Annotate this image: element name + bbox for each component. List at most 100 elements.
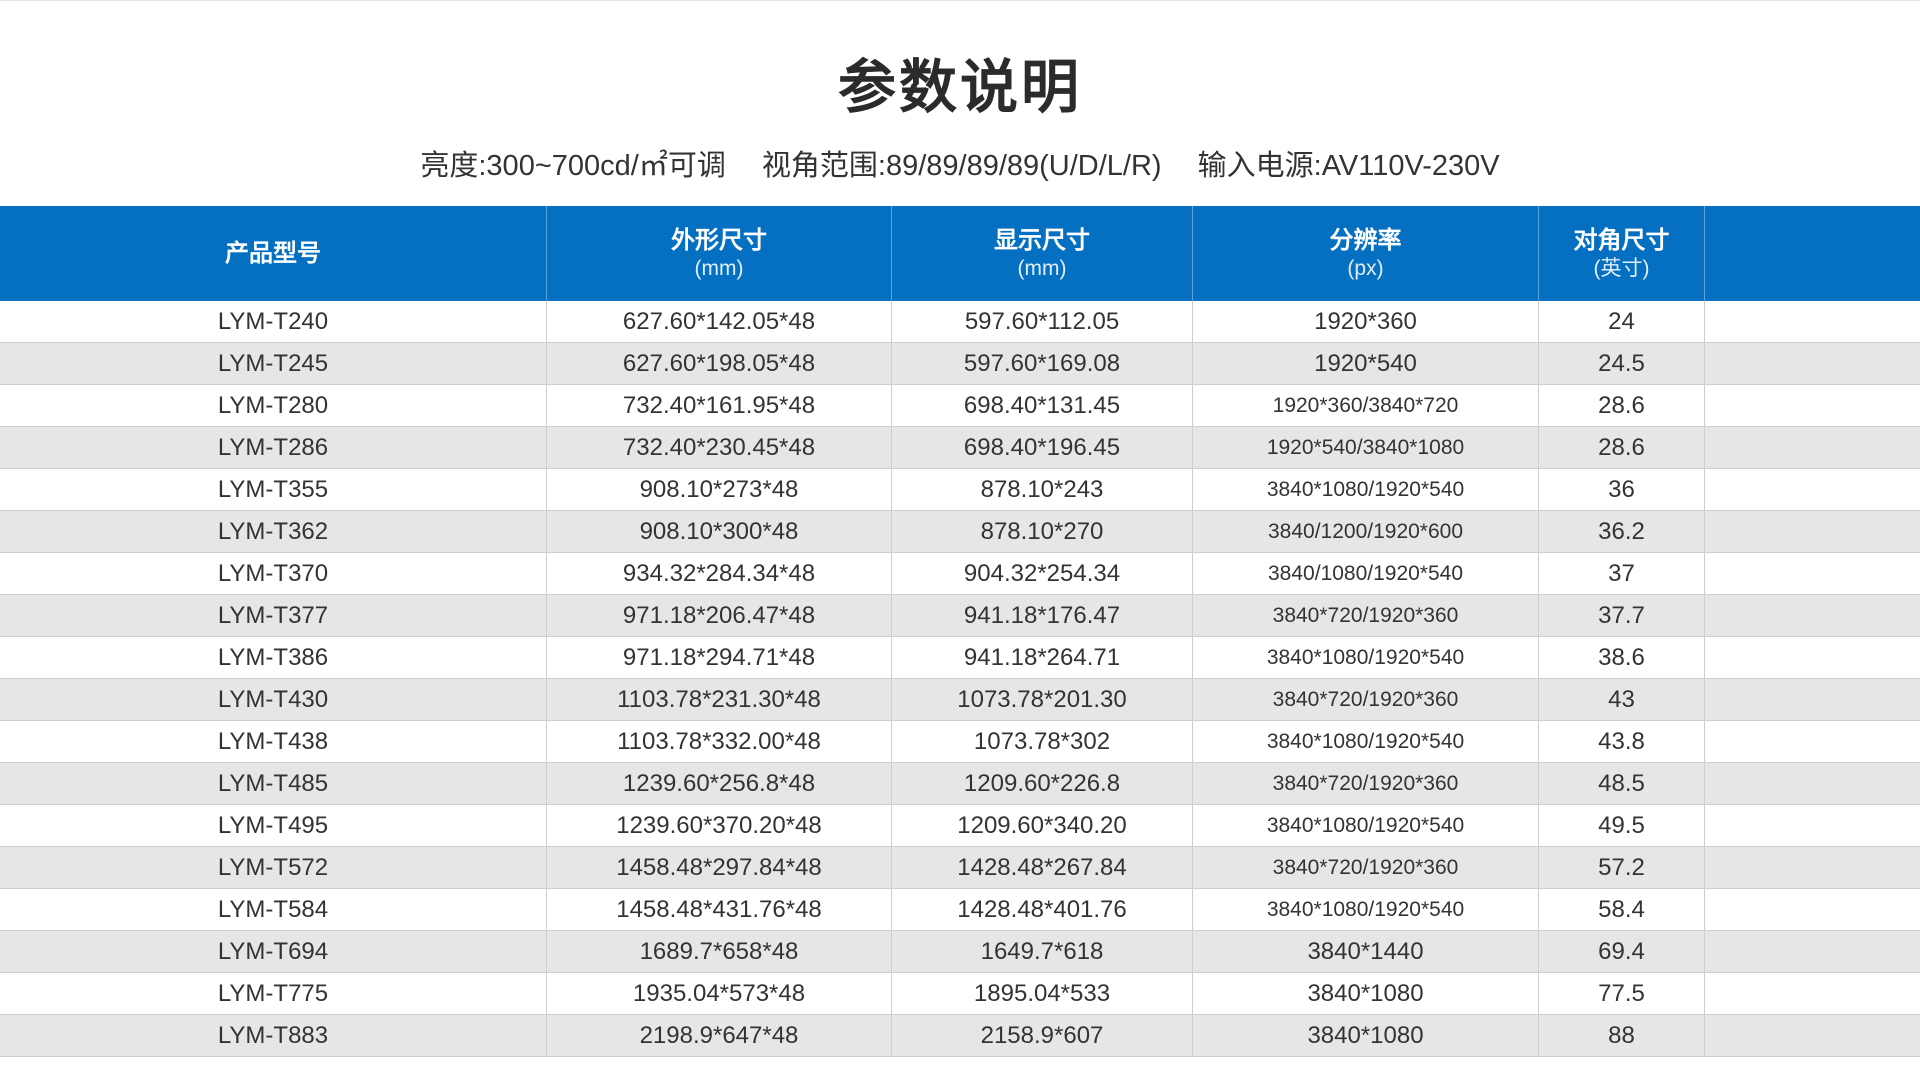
cell-display-size: 1895.04*533: [892, 973, 1193, 1014]
cell-outer-size: 971.18*294.71*48: [547, 637, 892, 678]
cell-empty: [1705, 847, 1920, 888]
cell-display-size: 904.32*254.34: [892, 553, 1193, 594]
header-model-label: 产品型号: [225, 239, 321, 267]
table-row: LYM-T240 627.60*142.05*48 597.60*112.05 192…: [0, 301, 1920, 343]
cell-model: LYM-T584: [0, 889, 547, 930]
cell-empty: [1705, 721, 1920, 762]
cell-model: LYM-T286: [0, 427, 547, 468]
table-row: LYM-T775 1935.04*573*48 1895.04*533 3840*10…: [0, 973, 1920, 1015]
table-row: LYM-T430 1103.78*231.30*48 1073.78*201.30 3…: [0, 679, 1920, 721]
cell-display-size: 2158.9*607: [892, 1015, 1193, 1056]
cell-empty: [1705, 595, 1920, 636]
cell-outer-size: 627.60*198.05*48: [547, 343, 892, 384]
cell-model: LYM-T883: [0, 1015, 547, 1056]
cell-model: LYM-T240: [0, 301, 547, 342]
cell-model: LYM-T355: [0, 469, 547, 510]
header-diagonal: 对角尺寸 (英寸): [1539, 206, 1705, 301]
cell-model: LYM-T485: [0, 763, 547, 804]
cell-outer-size: 1935.04*573*48: [547, 973, 892, 1014]
cell-model: LYM-T377: [0, 595, 547, 636]
cell-resolution: 3840/1200/1920*600: [1193, 511, 1539, 552]
cell-empty: [1705, 469, 1920, 510]
cell-outer-size: 1103.78*332.00*48: [547, 721, 892, 762]
header-empty: [1705, 206, 1920, 301]
cell-model: LYM-T694: [0, 931, 547, 972]
cell-diagonal: 49.5: [1539, 805, 1705, 846]
cell-resolution: 3840*1080: [1193, 1015, 1539, 1056]
cell-diagonal: 77.5: [1539, 973, 1705, 1014]
cell-empty: [1705, 1015, 1920, 1056]
cell-diagonal: 24: [1539, 301, 1705, 342]
cell-model: LYM-T775: [0, 973, 547, 1014]
cell-diagonal: 36.2: [1539, 511, 1705, 552]
cell-resolution: 3840*1440: [1193, 931, 1539, 972]
cell-outer-size: 934.32*284.34*48: [547, 553, 892, 594]
cell-outer-size: 1458.48*431.76*48: [547, 889, 892, 930]
table-row: LYM-T286 732.40*230.45*48 698.40*196.45 192…: [0, 427, 1920, 469]
cell-model: LYM-T430: [0, 679, 547, 720]
cell-diagonal: 69.4: [1539, 931, 1705, 972]
cell-outer-size: 1239.60*256.8*48: [547, 763, 892, 804]
header-outer-size: 外形尺寸 (mm): [547, 206, 892, 301]
cell-resolution: 3840*720/1920*360: [1193, 847, 1539, 888]
spec-power-input: 输入电源:AV110V-230V: [1197, 150, 1500, 182]
cell-resolution: 3840*720/1920*360: [1193, 763, 1539, 804]
header-display-size-unit: (mm): [1017, 256, 1067, 280]
cell-resolution: 1920*360: [1193, 301, 1539, 342]
cell-resolution: 3840*1080/1920*540: [1193, 637, 1539, 678]
cell-outer-size: 2198.9*647*48: [547, 1015, 892, 1056]
table-header: 产品型号 外形尺寸 (mm) 显示尺寸 (mm) 分辨率 (px) 对角尺寸 (…: [0, 206, 1920, 301]
header-display-size-label: 显示尺寸: [994, 226, 1090, 254]
header-outer-size-unit: (mm): [694, 256, 744, 280]
cell-diagonal: 38.6: [1539, 637, 1705, 678]
cell-model: LYM-T386: [0, 637, 547, 678]
spec-viewing-angle: 视角范围:89/89/89/89(U/D/L/R): [761, 150, 1162, 182]
cell-model: LYM-T245: [0, 343, 547, 384]
cell-resolution: 1920*540/3840*1080: [1193, 427, 1539, 468]
cell-diagonal: 36: [1539, 469, 1705, 510]
cell-diagonal: 88: [1539, 1015, 1705, 1056]
cell-outer-size: 908.10*300*48: [547, 511, 892, 552]
cell-display-size: 597.60*169.08: [892, 343, 1193, 384]
cell-model: LYM-T572: [0, 847, 547, 888]
table-body: LYM-T240 627.60*142.05*48 597.60*112.05 192…: [0, 301, 1920, 1057]
cell-display-size: 1073.78*201.30: [892, 679, 1193, 720]
cell-empty: [1705, 343, 1920, 384]
cell-empty: [1705, 973, 1920, 1014]
table-row: LYM-T694 1689.7*658*48 1649.7*618 3840*1440…: [0, 931, 1920, 973]
table-row: LYM-T362 908.10*300*48 878.10*270 3840/1200…: [0, 511, 1920, 553]
cell-empty: [1705, 511, 1920, 552]
cell-outer-size: 627.60*142.05*48: [547, 301, 892, 342]
top-divider: [0, 0, 1920, 1]
cell-display-size: 1209.60*340.20: [892, 805, 1193, 846]
header-resolution: 分辨率 (px): [1193, 206, 1539, 301]
cell-resolution: 3840*1080/1920*540: [1193, 805, 1539, 846]
cell-resolution: 3840*720/1920*360: [1193, 595, 1539, 636]
cell-diagonal: 28.6: [1539, 385, 1705, 426]
cell-display-size: 698.40*196.45: [892, 427, 1193, 468]
cell-empty: [1705, 301, 1920, 342]
cell-model: LYM-T370: [0, 553, 547, 594]
cell-display-size: 878.10*243: [892, 469, 1193, 510]
table-row: LYM-T438 1103.78*332.00*48 1073.78*302 3840…: [0, 721, 1920, 763]
table-row: LYM-T280 732.40*161.95*48 698.40*131.45 192…: [0, 385, 1920, 427]
table-row: LYM-T572 1458.48*297.84*48 1428.48*267.84 3…: [0, 847, 1920, 889]
table-row: LYM-T355 908.10*273*48 878.10*243 3840*1080…: [0, 469, 1920, 511]
cell-empty: [1705, 805, 1920, 846]
cell-diagonal: 48.5: [1539, 763, 1705, 804]
cell-model: LYM-T438: [0, 721, 547, 762]
cell-resolution: 3840/1080/1920*540: [1193, 553, 1539, 594]
cell-display-size: 1428.48*401.76: [892, 889, 1193, 930]
cell-resolution: 3840*1080/1920*540: [1193, 469, 1539, 510]
cell-display-size: 1649.7*618: [892, 931, 1193, 972]
cell-empty: [1705, 553, 1920, 594]
cell-empty: [1705, 889, 1920, 930]
cell-outer-size: 1458.48*297.84*48: [547, 847, 892, 888]
header-diagonal-label: 对角尺寸: [1573, 226, 1670, 254]
cell-empty: [1705, 679, 1920, 720]
table-row: LYM-T485 1239.60*256.8*48 1209.60*226.8 384…: [0, 763, 1920, 805]
cell-diagonal: 58.4: [1539, 889, 1705, 930]
header-display-size: 显示尺寸 (mm): [892, 206, 1193, 301]
table-row: LYM-T495 1239.60*370.20*48 1209.60*340.20 3…: [0, 805, 1920, 847]
spec-brightness: 亮度:300~700cd/㎡可调: [420, 150, 726, 182]
